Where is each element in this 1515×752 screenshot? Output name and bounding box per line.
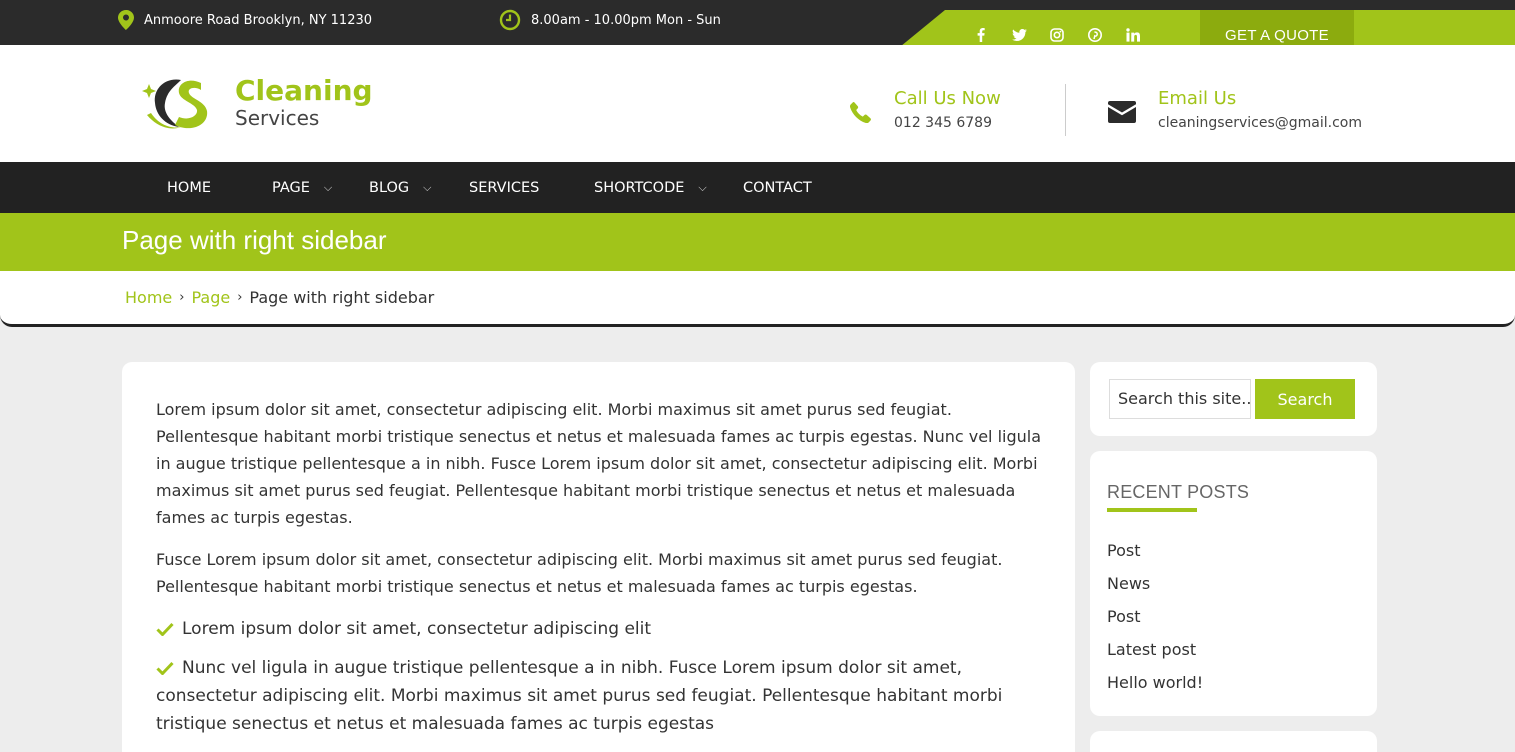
nav-blog[interactable]: BLOG ⌵ xyxy=(369,162,432,213)
main-content-card: Lorem ipsum dolor sit amet, consectetur … xyxy=(122,362,1075,752)
chevron-right-icon: › xyxy=(237,290,243,305)
breadcrumb: Home › Page › Page with right sidebar xyxy=(0,271,1515,327)
breadcrumb-current: Page with right sidebar xyxy=(249,288,435,307)
nav-home-label: HOME xyxy=(167,179,211,196)
nav-services[interactable]: SERVICES xyxy=(469,162,539,213)
recent-post-link[interactable]: Post xyxy=(1107,541,1140,560)
logo-subtitle: Services xyxy=(235,106,320,130)
page-title: Page with right sidebar xyxy=(122,225,387,255)
linkedin-icon[interactable] xyxy=(1114,28,1152,42)
list-item: Lorem ipsum dolor sit amet, consectetur … xyxy=(156,615,1046,643)
instagram-icon[interactable] xyxy=(1038,28,1076,42)
content-paragraph: Fusce Lorem ipsum dolor sit amet, consec… xyxy=(156,550,1003,596)
recent-posts-title: RECENT POSTS xyxy=(1107,482,1250,502)
call-us-title: Call Us Now xyxy=(894,88,1001,109)
hours-info: 8.00am - 10.00pm Mon - Sun xyxy=(499,0,721,40)
check-icon xyxy=(156,661,174,675)
logo-mark-icon xyxy=(142,79,208,129)
header-divider xyxy=(1065,84,1066,136)
site-logo[interactable]: Cleaning Services xyxy=(141,75,373,131)
call-us-block: Call Us Now 012 345 6789 xyxy=(850,87,1001,131)
address-info: Anmoore Road Brooklyn, NY 11230 xyxy=(118,0,372,40)
twitter-icon[interactable] xyxy=(1000,29,1038,41)
nav-home[interactable]: HOME xyxy=(167,162,211,213)
nav-blog-label: BLOG xyxy=(369,179,410,196)
page-title-band: Page with right sidebar xyxy=(0,213,1515,271)
email-us-title: Email Us xyxy=(1158,88,1237,109)
nav-shortcode[interactable]: SHORTCODE ⌵ xyxy=(594,162,707,213)
recent-post-link[interactable]: Post xyxy=(1107,607,1140,626)
nav-contact[interactable]: CONTACT xyxy=(743,162,812,213)
search-input[interactable]: Search this site... xyxy=(1109,379,1251,419)
page: Anmoore Road Brooklyn, NY 11230 8.00am -… xyxy=(0,0,1515,752)
check-icon xyxy=(156,622,174,636)
main-navigation: HOME PAGE ⌵ BLOG ⌵ SERVICES SHORTCODE ⌵ CON… xyxy=(0,162,1515,213)
recent-post-link[interactable]: Hello world! xyxy=(1107,673,1203,692)
chevron-down-icon: ⌵ xyxy=(323,180,333,194)
nav-page-label: PAGE xyxy=(272,179,310,196)
breadcrumb-home[interactable]: Home xyxy=(125,288,172,307)
pinterest-icon[interactable] xyxy=(1076,28,1114,42)
phone-number[interactable]: 012 345 6789 xyxy=(894,115,1001,131)
facebook-icon[interactable] xyxy=(962,28,1000,42)
search-button[interactable]: Search xyxy=(1255,379,1355,419)
envelope-icon xyxy=(1108,101,1136,123)
recent-posts-widget: RECENT POSTS Post News Post Latest post … xyxy=(1090,451,1377,716)
title-underline xyxy=(1107,508,1197,512)
hours-text: 8.00am - 10.00pm Mon - Sun xyxy=(531,12,721,28)
content-paragraph: Lorem ipsum dolor sit amet, consectetur … xyxy=(156,400,1042,527)
breadcrumb-page[interactable]: Page xyxy=(191,288,230,307)
list-item-text: Nunc vel ligula in augue tristique pelle… xyxy=(156,658,1003,734)
site-header: Cleaning Services Call Us Now 012 345 67… xyxy=(0,45,1515,162)
sidebar-widget xyxy=(1090,731,1377,752)
phone-icon xyxy=(850,102,871,123)
recent-post-link[interactable]: Latest post xyxy=(1107,640,1196,659)
email-us-block: Email Us cleaningservices@gmail.com xyxy=(1108,87,1362,131)
search-widget: Search this site... Search xyxy=(1090,362,1377,436)
nav-shortcode-label: SHORTCODE xyxy=(594,179,685,196)
email-address[interactable]: cleaningservices@gmail.com xyxy=(1158,115,1362,131)
nav-contact-label: CONTACT xyxy=(743,179,812,196)
chevron-right-icon: › xyxy=(179,290,185,305)
clock-icon xyxy=(499,9,521,31)
nav-services-label: SERVICES xyxy=(469,179,540,196)
map-pin-icon xyxy=(118,10,134,30)
chevron-down-icon: ⌵ xyxy=(698,180,707,194)
list-item: Nunc vel ligula in augue tristique pelle… xyxy=(156,654,1046,738)
chevron-down-icon: ⌵ xyxy=(423,180,432,194)
address-text: Anmoore Road Brooklyn, NY 11230 xyxy=(144,12,373,28)
nav-page[interactable]: PAGE ⌵ xyxy=(272,162,332,213)
logo-title: Cleaning xyxy=(235,74,373,107)
recent-post-link[interactable]: News xyxy=(1107,574,1150,593)
list-item-text: Lorem ipsum dolor sit amet, consectetur … xyxy=(182,619,652,639)
